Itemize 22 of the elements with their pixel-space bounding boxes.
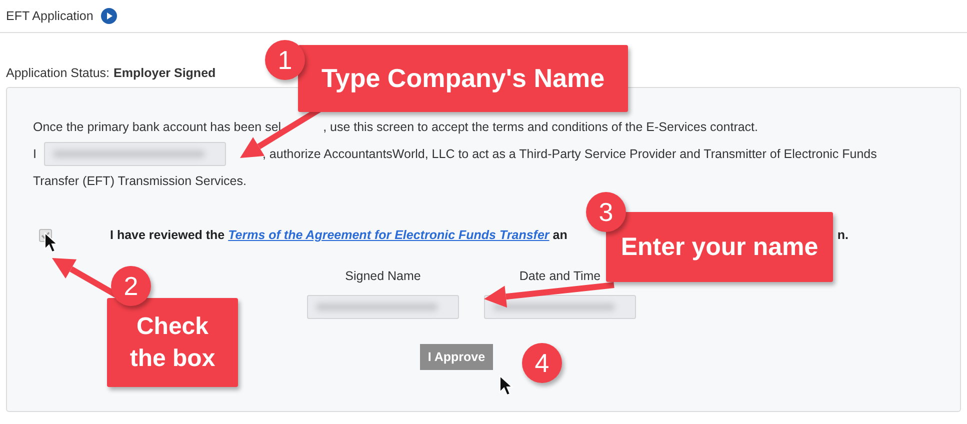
company-name-field[interactable] bbox=[44, 142, 226, 166]
agreement-text-end: n. bbox=[837, 228, 848, 242]
callout-label: Type Company's Name bbox=[298, 45, 628, 112]
approve-button[interactable]: I Approve bbox=[420, 344, 494, 370]
field-label: Signed Name bbox=[345, 269, 421, 283]
play-icon[interactable] bbox=[101, 8, 118, 24]
field-label: Date and Time bbox=[519, 269, 601, 283]
authorize-text: , authorize AccountantsWorld, LLC to act as a Third-Party Service Provider and Transmitter of Electronic Funds bbox=[262, 146, 877, 160]
agreement-text: I have reviewed the Terms of the Agreement for Electronic Funds Transfer an bbox=[110, 228, 568, 242]
cursor-icon bbox=[44, 232, 58, 253]
authorize-prefix: I bbox=[33, 146, 36, 160]
intro-text: , use this screen to accept the terms and conditions of the E-Services contract. bbox=[323, 120, 758, 134]
intro-text: Once the primary bank account has been sel bbox=[33, 120, 282, 134]
signature-field[interactable] bbox=[484, 295, 636, 319]
callout-label: Check the box bbox=[107, 298, 238, 387]
status-label: Application Status: bbox=[6, 66, 110, 80]
signature-field[interactable] bbox=[307, 295, 459, 319]
cursor-icon bbox=[500, 374, 514, 396]
authorize-text: Transfer (EFT) Transmission Services. bbox=[33, 174, 246, 188]
status-value: Employer Signed bbox=[114, 66, 216, 80]
step-number: 1 bbox=[265, 40, 305, 80]
page-title: EFT Application bbox=[6, 9, 94, 23]
